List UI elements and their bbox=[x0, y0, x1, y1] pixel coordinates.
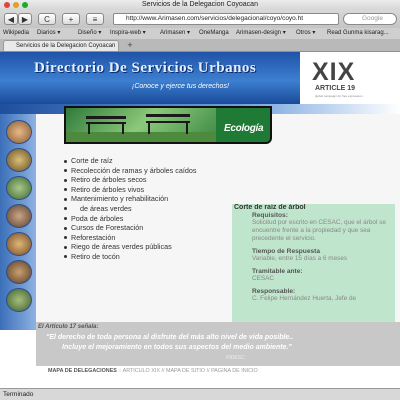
footer-link-articulo[interactable]: ARTICULO XIX bbox=[123, 368, 160, 374]
footer-link-mapa-sitio[interactable]: MAPA DE SITIO bbox=[166, 368, 205, 374]
window-titlebar: Servicios de la Delegacion Coyoacan bbox=[0, 0, 400, 10]
requisitos-label: Requisitos: bbox=[252, 212, 288, 219]
footer-links: MAPA DE DELEGACIONES :: ARTICULO XIX // … bbox=[48, 368, 258, 374]
footer-separator: :: bbox=[118, 368, 122, 374]
service-item[interactable]: Corte de raíz bbox=[64, 156, 196, 166]
tiempo-label: Tiempo de Respuesta bbox=[252, 248, 321, 255]
search-input[interactable]: Google bbox=[343, 13, 397, 25]
service-item[interactable]: Cursos de Forestación bbox=[64, 223, 196, 233]
service-item[interactable]: Retiro de tocón bbox=[64, 252, 196, 262]
logo-tagline: global campaign for free expression bbox=[315, 94, 363, 98]
bookmark-item[interactable]: Otros ▾ bbox=[296, 28, 315, 39]
banner-title: Directorio De Servicios Urbanos bbox=[34, 60, 257, 76]
bookmarks-icon: ≡ bbox=[92, 15, 98, 24]
plaza-photo bbox=[6, 176, 32, 200]
quote-banner: El Artículo 17 señala: "El derecho de to… bbox=[36, 322, 400, 366]
bookmark-item[interactable]: Diarios ▾ bbox=[37, 28, 60, 39]
quote-line: "El derecho de toda persona al disfrute … bbox=[46, 334, 294, 341]
service-item-continuation[interactable]: de áreas verdes bbox=[64, 204, 196, 214]
quote-text: "El derecho de toda persona al disfrute … bbox=[46, 333, 293, 353]
responsable-text: C. Felipe Hernández Huerta, Jefe de bbox=[252, 295, 357, 302]
service-item[interactable]: Retiro de árboles secos bbox=[64, 175, 196, 185]
site-banner: Directorio De Servicios Urbanos ¡Conoce … bbox=[0, 52, 300, 104]
back-button[interactable]: ◀ bbox=[4, 13, 18, 25]
logo-name: ARTICLE 19 bbox=[315, 85, 356, 92]
footer-separator: // bbox=[206, 368, 210, 374]
footer-link-mapa-delegaciones[interactable]: MAPA DE DELEGACIONES bbox=[48, 368, 117, 374]
street-photo bbox=[6, 260, 32, 284]
bookmark-item[interactable]: Arimasen ▾ bbox=[160, 28, 190, 39]
footer-separator: // bbox=[161, 368, 165, 374]
service-item[interactable]: Retiro de árboles vivos bbox=[64, 185, 196, 195]
forward-button[interactable]: ▶ bbox=[18, 13, 32, 25]
bookmark-item[interactable]: Diseño ▾ bbox=[78, 28, 101, 39]
requisitos-text: Solicitud por escrito en CESAC, que el á… bbox=[252, 219, 386, 242]
footer-link-inicio[interactable]: PAGINA DE INICIO bbox=[211, 368, 258, 374]
building-photo bbox=[6, 232, 32, 256]
bookmark-item[interactable]: Inspira-web ▾ bbox=[110, 28, 146, 39]
service-item[interactable]: Mantenimiento y rehabilitación bbox=[64, 194, 196, 204]
service-item[interactable]: Recolección de ramas y árboles caídos bbox=[64, 166, 196, 176]
quote-heading: El Artículo 17 señala: bbox=[38, 324, 99, 330]
tab-bar: Servicios de la Delegacion Coyoacan + bbox=[0, 39, 400, 52]
page-content: Directorio De Servicios Urbanos ¡Conoce … bbox=[0, 52, 400, 388]
quote-line: Incluye el mejoramiento en todos sus asp… bbox=[62, 344, 292, 351]
minimize-window-button[interactable] bbox=[13, 2, 19, 8]
address-bar[interactable]: http://www.Arimasen.com/servicios/delega… bbox=[113, 13, 339, 25]
market-photo bbox=[6, 148, 32, 172]
banner-subtitle: ¡Conoce y ejerce tus derechos! bbox=[132, 83, 229, 90]
bookmark-item[interactable]: Arimasen-design ▾ bbox=[236, 28, 286, 39]
bookmark-item[interactable]: OneManga bbox=[199, 28, 229, 39]
reload-button[interactable]: C bbox=[38, 13, 56, 25]
window-title: Servicios de la Delegacion Coyoacan bbox=[142, 1, 258, 8]
quote-signature: PIDESC bbox=[226, 355, 245, 361]
new-tab-button[interactable]: + bbox=[124, 40, 136, 50]
bench-photo bbox=[66, 108, 216, 142]
detail-title: Corte de raíz de árbol bbox=[234, 204, 306, 211]
bookmark-item[interactable]: Wikipedia bbox=[3, 28, 29, 39]
left-photo-column bbox=[0, 114, 36, 330]
bookmarks-menu-button[interactable]: ≡ bbox=[86, 13, 104, 25]
church-photo bbox=[6, 120, 32, 144]
services-list: Corte de raíz Recolección de ramas y árb… bbox=[64, 156, 196, 262]
bookmark-item[interactable]: Read Gunma kisarag... bbox=[327, 28, 389, 39]
article19-logo[interactable]: XIX ARTICLE 19 global campaign for free … bbox=[300, 52, 400, 104]
browser-toolbar: ◀ ▶ C + ≡ http://www.Arimasen.com/servic… bbox=[0, 10, 400, 28]
service-item[interactable]: Reforestación bbox=[64, 233, 196, 243]
service-detail-panel[interactable]: Corte de raíz de árbol Requisitos: Solic… bbox=[232, 204, 395, 322]
tab-active[interactable]: Servicios de la Delegacion Coyoacan bbox=[3, 40, 119, 51]
tiempo-text: Variable, entre 15 días a 6 meses bbox=[252, 255, 348, 262]
section-title: Ecología bbox=[224, 123, 264, 134]
service-item[interactable]: Riego de áreas verdes públicas bbox=[64, 242, 196, 252]
logo-mark: XIX bbox=[312, 58, 356, 86]
zoom-window-button[interactable] bbox=[22, 2, 28, 8]
fountain-photo bbox=[6, 204, 32, 228]
close-window-button[interactable] bbox=[4, 2, 10, 8]
park-photo bbox=[6, 288, 32, 312]
tramitable-label: Tramitable ante: bbox=[252, 268, 303, 275]
section-header: Ecología bbox=[64, 106, 272, 144]
responsable-label: Responsable: bbox=[252, 288, 296, 295]
add-bookmark-button[interactable]: + bbox=[62, 13, 80, 25]
tramitable-text: CESAC bbox=[252, 275, 275, 282]
garden-bench-icon bbox=[66, 114, 216, 142]
service-item[interactable]: Poda de árboles bbox=[64, 214, 196, 224]
status-bar: Terminado bbox=[0, 388, 400, 400]
